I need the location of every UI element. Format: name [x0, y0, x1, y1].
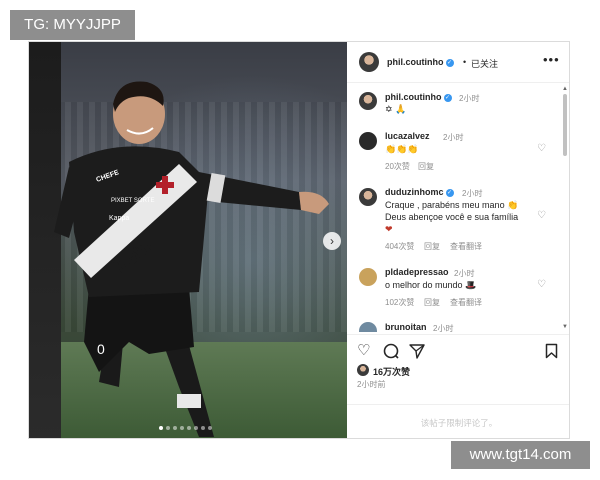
carousel-dots	[159, 426, 212, 430]
more-horizontal-icon[interactable]: •••	[543, 52, 560, 67]
comment-likes[interactable]: 20次赞	[385, 161, 410, 172]
comment-username-text: duduzinhomc	[385, 187, 444, 197]
player-hand	[299, 191, 329, 214]
post-photo[interactable]: CHEFE PIXBET SORTE Kappa betn 0 ›	[29, 42, 347, 438]
likes-count[interactable]: 16万次赞	[373, 365, 410, 378]
comment-heart-emoji: ❤	[385, 224, 393, 234]
comment-likes[interactable]: 404次赞	[385, 241, 414, 252]
verified-badge-icon: ✓	[445, 58, 454, 67]
comment-text-line: Craque , parabéns meu mano 👏	[385, 200, 519, 210]
comments-disabled-notice: 该帖子限制评论了。	[347, 404, 569, 438]
post-time: 2小时前	[357, 380, 386, 389]
carousel-dot	[208, 426, 212, 430]
comment-translate[interactable]: 查看翻译	[450, 241, 482, 252]
player-illustration: CHEFE PIXBET SORTE Kappa betn 0	[54, 81, 329, 437]
carousel-dot	[173, 426, 177, 430]
carousel-dot	[180, 426, 184, 430]
jersey-number: 0	[97, 341, 105, 357]
comment-time: 2小时	[454, 269, 475, 278]
carousel-next-button[interactable]: ›	[323, 232, 341, 250]
comment-like-heart-icon[interactable]: ♡	[537, 143, 546, 154]
comments-scrollbar[interactable]: ▲ ▼	[562, 86, 568, 330]
scroll-up-arrow-icon[interactable]: ▲	[562, 86, 568, 92]
chevron-right-icon: ›	[330, 234, 334, 248]
author-avatar[interactable]	[359, 52, 379, 72]
watermark-bottom: www.tgt14.com	[451, 441, 590, 469]
carousel-dot	[194, 426, 198, 430]
carousel-dot	[201, 426, 205, 430]
scroll-down-arrow-icon[interactable]: ▼	[562, 324, 568, 330]
comment-username[interactable]: lucazalvez	[385, 131, 430, 141]
carousel-dot	[166, 426, 170, 430]
like-heart-icon[interactable]: ♡	[357, 341, 370, 359]
verified-badge-icon: ✓	[443, 93, 452, 102]
caption-username-text: phil.coutinho	[385, 92, 442, 102]
carousel-dot	[159, 426, 163, 430]
caption-username[interactable]: phil.coutinho ✓	[385, 92, 452, 102]
comment-translate[interactable]: 查看翻译	[450, 297, 482, 308]
share-send-icon[interactable]	[409, 343, 425, 359]
jersey-chest-text: PIXBET SORTE	[111, 198, 154, 204]
verified-badge-icon: ✓	[445, 188, 454, 197]
comment-reply[interactable]: 回复	[424, 241, 440, 252]
author-username[interactable]: phil.coutinho ✓	[387, 57, 454, 67]
comment-like-heart-icon[interactable]: ♡	[537, 279, 546, 290]
comment-text: o melhor do mundo 🎩	[385, 280, 477, 290]
comment-reply[interactable]: 回复	[418, 161, 434, 172]
comment-reply[interactable]: 回复	[424, 297, 440, 308]
comment-time: 2小时	[433, 324, 454, 333]
carousel-dot	[187, 426, 191, 430]
comment-username[interactable]: duduzinhomc ✓	[385, 187, 454, 197]
comment-avatar[interactable]	[359, 268, 377, 286]
player-sock-band	[177, 394, 201, 408]
comment-text: 👏👏👏	[385, 144, 419, 154]
comment-username[interactable]: pldadepressao	[385, 267, 449, 277]
watermark-top: TG: MYYJJPP	[10, 10, 135, 40]
comment-time: 2小时	[443, 133, 464, 142]
comment-text-line: Deus abençoe você e sua família	[385, 212, 519, 222]
header-separator: •	[463, 57, 467, 67]
instagram-post: CHEFE PIXBET SORTE Kappa betn 0 › phil.c…	[28, 41, 570, 439]
bookmark-icon[interactable]	[545, 343, 558, 359]
scrollbar-thumb[interactable]	[563, 94, 567, 156]
caption-time: 2小时	[459, 94, 480, 103]
comment-avatar[interactable]	[359, 188, 377, 206]
comment-avatar[interactable]	[359, 322, 377, 332]
follow-status[interactable]: 已关注	[471, 57, 498, 70]
comment-bubble-icon[interactable]	[383, 343, 399, 359]
liker-avatar	[357, 364, 369, 376]
comment-likes[interactable]: 102次赞	[385, 297, 414, 308]
post-actions: ♡ 16万次赞 2小时前	[347, 334, 569, 405]
comment-username[interactable]: brunoitan	[385, 322, 427, 332]
post-header: phil.coutinho ✓ • 已关注 •••	[347, 42, 569, 83]
author-username-text: phil.coutinho	[387, 57, 444, 67]
caption-avatar[interactable]	[359, 92, 377, 110]
comment-avatar[interactable]	[359, 132, 377, 150]
caption-text: ✡ 🙏	[385, 104, 407, 114]
comment-time: 2小时	[462, 189, 483, 198]
jersey-brand-text: Kappa	[109, 215, 129, 222]
post-sidebar: phil.coutinho ✓ • 已关注 ••• phil.coutinho ✓ …	[347, 42, 569, 438]
comment-like-heart-icon[interactable]: ♡	[537, 210, 546, 221]
